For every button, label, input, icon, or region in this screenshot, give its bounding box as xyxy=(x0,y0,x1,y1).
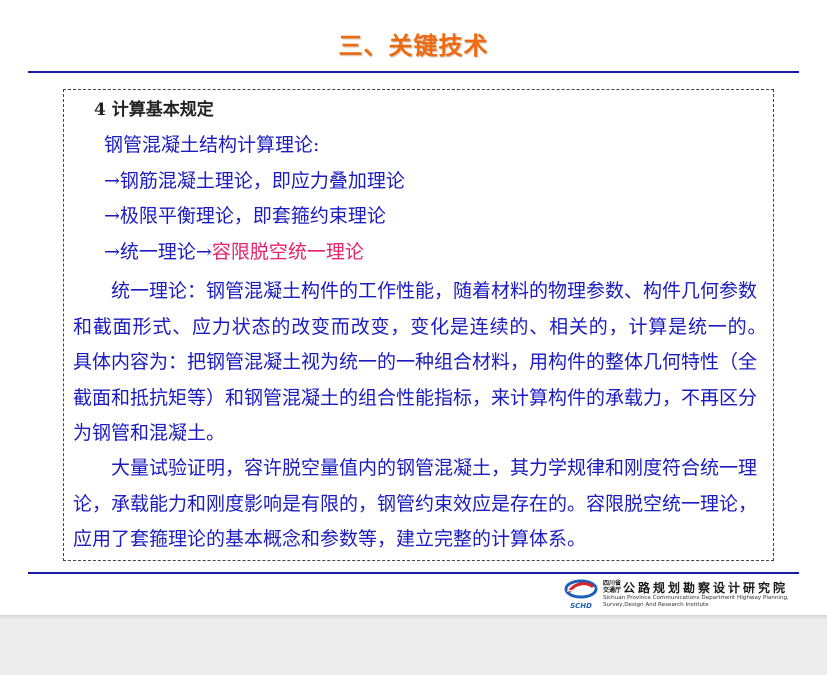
logo-english-line-2: Survey,Design And Research Institute xyxy=(603,601,709,608)
logo-abbr: SCHD xyxy=(570,602,592,610)
logo-province-label: 四川省交通厅 xyxy=(603,580,622,594)
section-heading: 4 计算基本规定 xyxy=(94,100,214,120)
theory-item-unified: →统一理论→容限脱空统一理论 xyxy=(104,241,364,263)
viewer-background xyxy=(0,615,827,675)
paragraph-test-results: 大量试验证明，容许脱空量值内的钢管混凝土，其力学规律和刚度符合统一理论，承载能力… xyxy=(73,457,758,550)
title-divider xyxy=(28,71,799,73)
theory-item-reinforced-concrete: →钢筋混凝土理论，即应力叠加理论 xyxy=(104,170,405,192)
slide-shadow xyxy=(0,616,827,620)
unified-theory-prefix: →统一理论→ xyxy=(104,241,212,263)
footer-divider xyxy=(28,572,799,574)
highlighted-theory: 容限脱空统一理论 xyxy=(211,241,364,263)
logo-english-line-1: Sichuan Province Communications Departme… xyxy=(603,595,789,601)
theory-item-limit-equilibrium: →极限平衡理论，即套箍约束理论 xyxy=(104,205,386,227)
logo-institute-name: 公路规划勘察设计研究院 xyxy=(623,581,789,595)
slide-title: 三、关键技术 xyxy=(338,32,489,60)
schd-logo-icon: SCHD xyxy=(564,579,598,610)
slide: 三、关键技术 4 计算基本规定 钢管混凝土结构计算理论: →钢筋混凝土理论，即应… xyxy=(0,0,827,615)
logo-english-name: Sichuan Province Communications Departme… xyxy=(603,595,789,608)
theory-intro-line: 钢管混凝土结构计算理论: xyxy=(104,134,320,156)
paragraph-unified-theory: 统一理论：钢管混凝土构件的工作性能，随着材料的物理参数、构件几何参数和截面形式、… xyxy=(73,280,777,444)
institute-logo: SCHD 四川省交通厅 公路规划勘察设计研究院 Sichuan Province… xyxy=(563,578,803,610)
